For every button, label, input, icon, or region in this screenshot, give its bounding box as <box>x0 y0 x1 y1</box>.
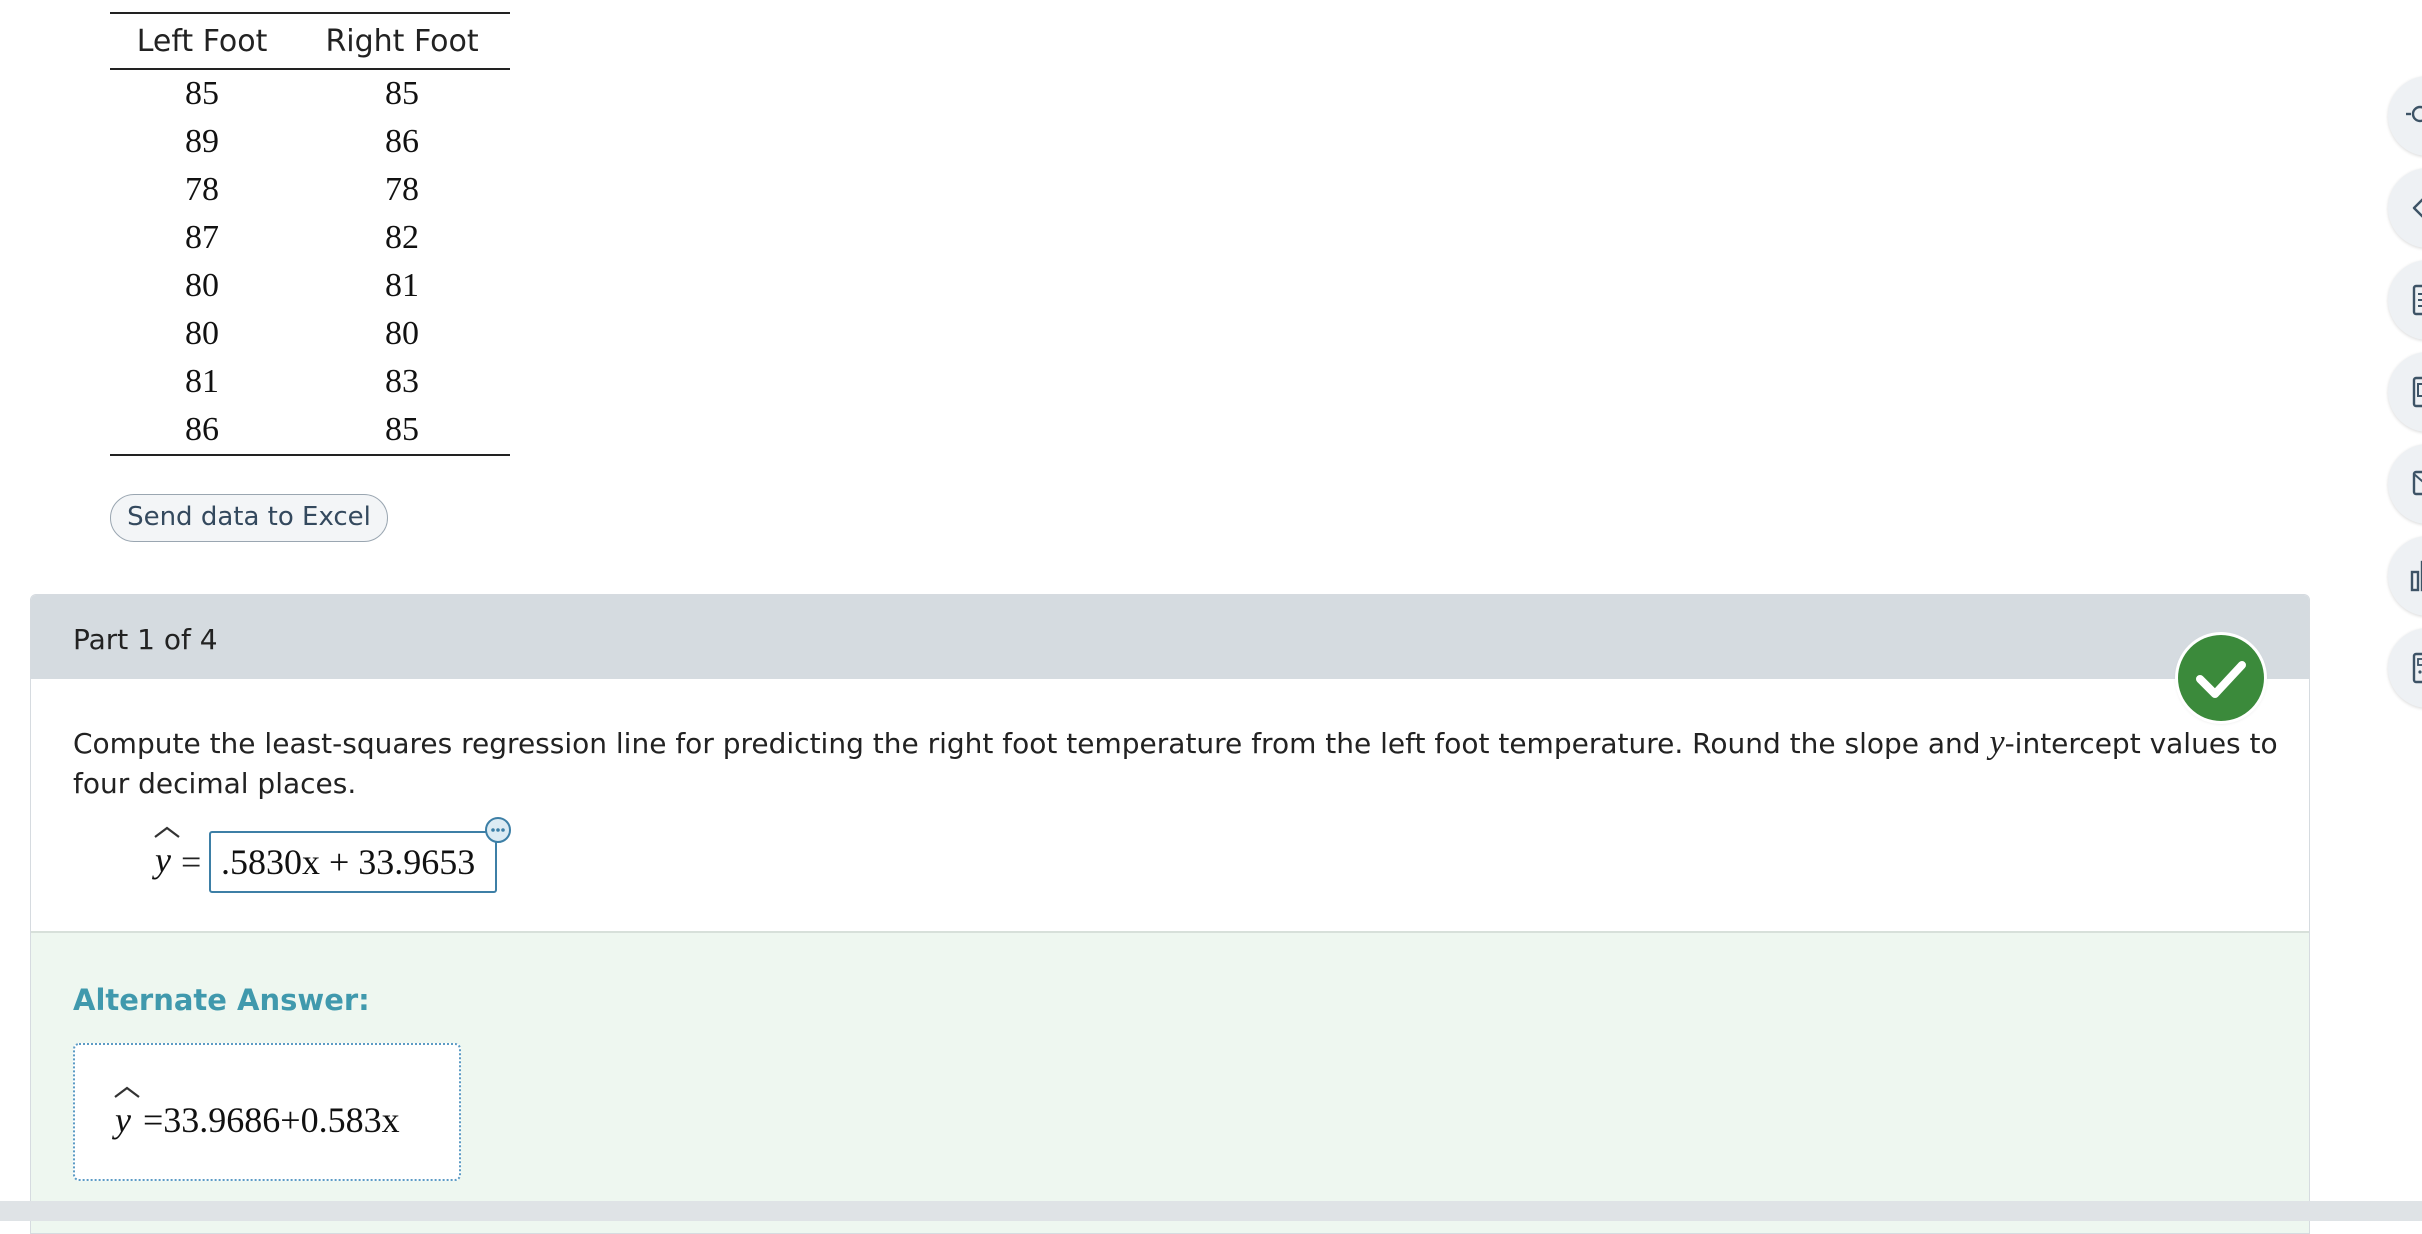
book-icon <box>2412 376 2422 408</box>
equals-sign: = <box>181 842 202 882</box>
table-cell: 89 <box>185 123 220 160</box>
table-cell: 85 <box>385 75 420 112</box>
table-cell: 81 <box>385 267 420 304</box>
table-row: 80 80 <box>110 310 510 358</box>
toolbar-tag-button[interactable] <box>2388 168 2422 248</box>
table-cell: 80 <box>185 315 220 352</box>
question-text: Compute the least-squares regression lin… <box>73 723 2303 804</box>
table-cell: 78 <box>185 171 220 208</box>
table-cell: 78 <box>385 171 420 208</box>
alternate-y-symbol: y <box>115 1100 131 1140</box>
hat-icon <box>114 1086 140 1098</box>
question-text-start: Compute the least-squares regression lin… <box>73 727 1990 760</box>
checkmark-icon <box>2196 661 2246 698</box>
mail-icon <box>2412 470 2422 496</box>
table-row: 80 81 <box>110 262 510 310</box>
tag-icon <box>2412 198 2422 218</box>
table-cell: 85 <box>294 406 510 456</box>
calculator-icon <box>2412 652 2422 684</box>
table-row: 89 86 <box>110 118 510 166</box>
search-icon <box>2406 105 2422 123</box>
toolbar-calculator-button[interactable] <box>2388 628 2422 708</box>
alternate-answer-section: Alternate Answer: y =33.9686+0.583x <box>31 931 2309 1233</box>
part-panel: Part 1 of 4 Compute the least-squares re… <box>30 594 2310 1234</box>
table-row: 78 78 <box>110 166 510 214</box>
alternate-answer-title: Alternate Answer: <box>73 983 370 1017</box>
toolbar-notes-button[interactable] <box>2388 260 2422 340</box>
question-variable: y <box>1989 724 2005 761</box>
table-cell: 81 <box>185 363 220 400</box>
table-cell: 86 <box>110 406 295 456</box>
toolbar-chart-button[interactable] <box>2388 536 2422 616</box>
alternate-answer-box: y =33.9686+0.583x <box>73 1043 461 1181</box>
table-row: 85 85 <box>110 69 510 118</box>
table-header-row: Left Foot Right Foot <box>110 12 510 70</box>
chart-icon <box>2410 560 2422 592</box>
toolbar-book-button[interactable] <box>2388 352 2422 432</box>
correct-check-badge <box>2178 635 2264 721</box>
table-row: 86 85 <box>110 406 510 456</box>
hat-icon <box>154 826 180 838</box>
table-cell: 83 <box>385 363 420 400</box>
notes-icon <box>2412 284 2422 316</box>
table-cell: 86 <box>385 123 420 160</box>
answer-input[interactable]: .5830x + 33.9653 <box>209 831 497 893</box>
table-cell: 80 <box>385 315 420 352</box>
part-header: Part 1 of 4 <box>31 595 2309 679</box>
part-title: Part 1 of 4 <box>73 623 218 656</box>
column-header: Left Foot <box>110 12 295 70</box>
toolbar-mail-button[interactable] <box>2388 444 2422 524</box>
more-options-button[interactable] <box>485 817 511 843</box>
table-cell: 85 <box>185 75 220 112</box>
alternate-equation: =33.9686+0.583x <box>143 1100 400 1140</box>
table-cell: 87 <box>185 219 220 256</box>
bottom-scroll-bar[interactable] <box>0 1201 2422 1221</box>
table-cell: 80 <box>185 267 220 304</box>
more-dots-icon <box>491 828 505 832</box>
table-cell: 82 <box>385 219 420 256</box>
column-header: Right Foot <box>294 12 510 70</box>
table-row: 87 82 <box>110 214 510 262</box>
data-table: Left Foot Right Foot 85 85 89 86 78 78 87 82… <box>110 12 510 456</box>
answer-value: .5830x + 33.9653 <box>221 842 476 882</box>
send-to-excel-button[interactable]: Send data to Excel <box>110 494 388 542</box>
answer-y-symbol: y <box>155 840 171 880</box>
table-row: 81 83 <box>110 358 510 406</box>
toolbar-search-button[interactable] <box>2388 76 2422 156</box>
